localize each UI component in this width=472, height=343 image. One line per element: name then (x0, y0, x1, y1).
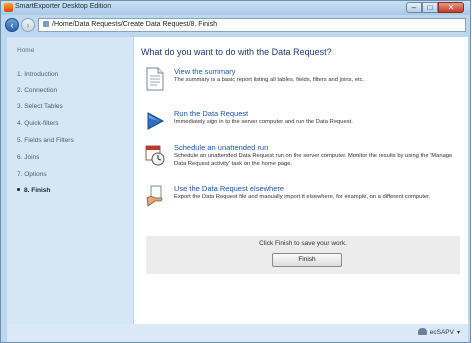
finish-panel: Click Finish to save your work. Finish (146, 236, 460, 274)
sidebar-item-finish[interactable]: 8. Finish (17, 187, 50, 194)
navigation-bar: ‹ › /Home/Data Requests/Create Data Requ… (1, 15, 470, 37)
forward-button[interactable]: › (21, 18, 35, 32)
page-title: What do you want to do with the Data Req… (141, 47, 332, 57)
window-title: SmartExporter Desktop Edition (15, 3, 112, 10)
sidebar-item-options[interactable]: 7. Options (17, 171, 47, 178)
option-description: Immediately sign in to the server comput… (174, 119, 353, 125)
sidebar-item-label: 8. Finish (24, 187, 51, 194)
document-icon (146, 67, 164, 91)
current-step-bullet-icon (17, 188, 20, 191)
finish-button[interactable]: Finish (272, 253, 342, 267)
sidebar-item-fields-and-filters[interactable]: 5. Fields and Filters (17, 137, 74, 144)
option-use-elsewhere[interactable]: Use the Data Request elsewhere Export th… (134, 184, 468, 218)
option-view-summary[interactable]: View the summary The summary is a basic … (134, 67, 468, 101)
status-bar: ecSAPV ▾ (7, 324, 468, 342)
sidebar-item-quick-filters[interactable]: 4. Quick-filters (17, 120, 59, 127)
user-name: ecSAPV (429, 329, 454, 336)
breadcrumb[interactable]: /Home/Data Requests/Create Data Request/… (38, 18, 466, 32)
maximize-button[interactable]: □ (422, 2, 438, 13)
option-run-data-request[interactable]: Run the Data Request Immediately sign in… (134, 109, 468, 143)
breadcrumb-path: /Home/Data Requests/Create Data Request/… (52, 21, 217, 28)
option-description: Export the Data Request file and manuall… (174, 194, 431, 200)
calendar-clock-icon (145, 145, 165, 166)
option-title[interactable]: Run the Data Request (174, 109, 248, 118)
option-description: Schedule an unattended Data Request run … (174, 153, 453, 167)
user-menu[interactable]: ecSAPV ▾ (417, 328, 460, 336)
sidebar-item-connection[interactable]: 2. Connection (17, 87, 57, 94)
option-title[interactable]: Schedule an unattended run (174, 143, 268, 152)
chevron-down-icon: ▾ (456, 330, 460, 336)
sidebar-item-select-tables[interactable]: 3. Select Tables (17, 103, 63, 110)
option-schedule-run[interactable]: Schedule an unattended run Schedule an u… (134, 143, 468, 177)
finish-instructions: Click Finish to save your work. (259, 240, 347, 247)
wizard-sidebar: Home 1. Introduction 2. Connection 3. Se… (7, 37, 133, 324)
user-icon (417, 328, 427, 335)
sidebar-item-joins[interactable]: 6. Joins (17, 154, 39, 161)
minimize-button[interactable]: – (406, 2, 422, 13)
folder-icon (43, 21, 49, 27)
back-button[interactable]: ‹ (5, 18, 19, 32)
sidebar-item-home[interactable]: Home (17, 47, 34, 54)
hand-export-icon (146, 185, 163, 207)
app-logo-icon (4, 3, 13, 12)
sidebar-item-introduction[interactable]: 1. Introduction (17, 71, 58, 78)
option-description: The summary is a basic report listing al… (174, 77, 365, 83)
title-bar[interactable]: SmartExporter Desktop Edition – □ ✕ (1, 1, 470, 15)
close-button[interactable]: ✕ (438, 2, 464, 13)
window-controls: – □ ✕ (406, 2, 464, 13)
option-title[interactable]: View the summary (174, 67, 236, 76)
main-panel: What do you want to do with the Data Req… (134, 37, 468, 324)
play-icon (147, 112, 165, 130)
option-title[interactable]: Use the Data Request elsewhere (174, 184, 284, 193)
app-window: SmartExporter Desktop Edition – □ ✕ ‹ › … (0, 0, 471, 343)
